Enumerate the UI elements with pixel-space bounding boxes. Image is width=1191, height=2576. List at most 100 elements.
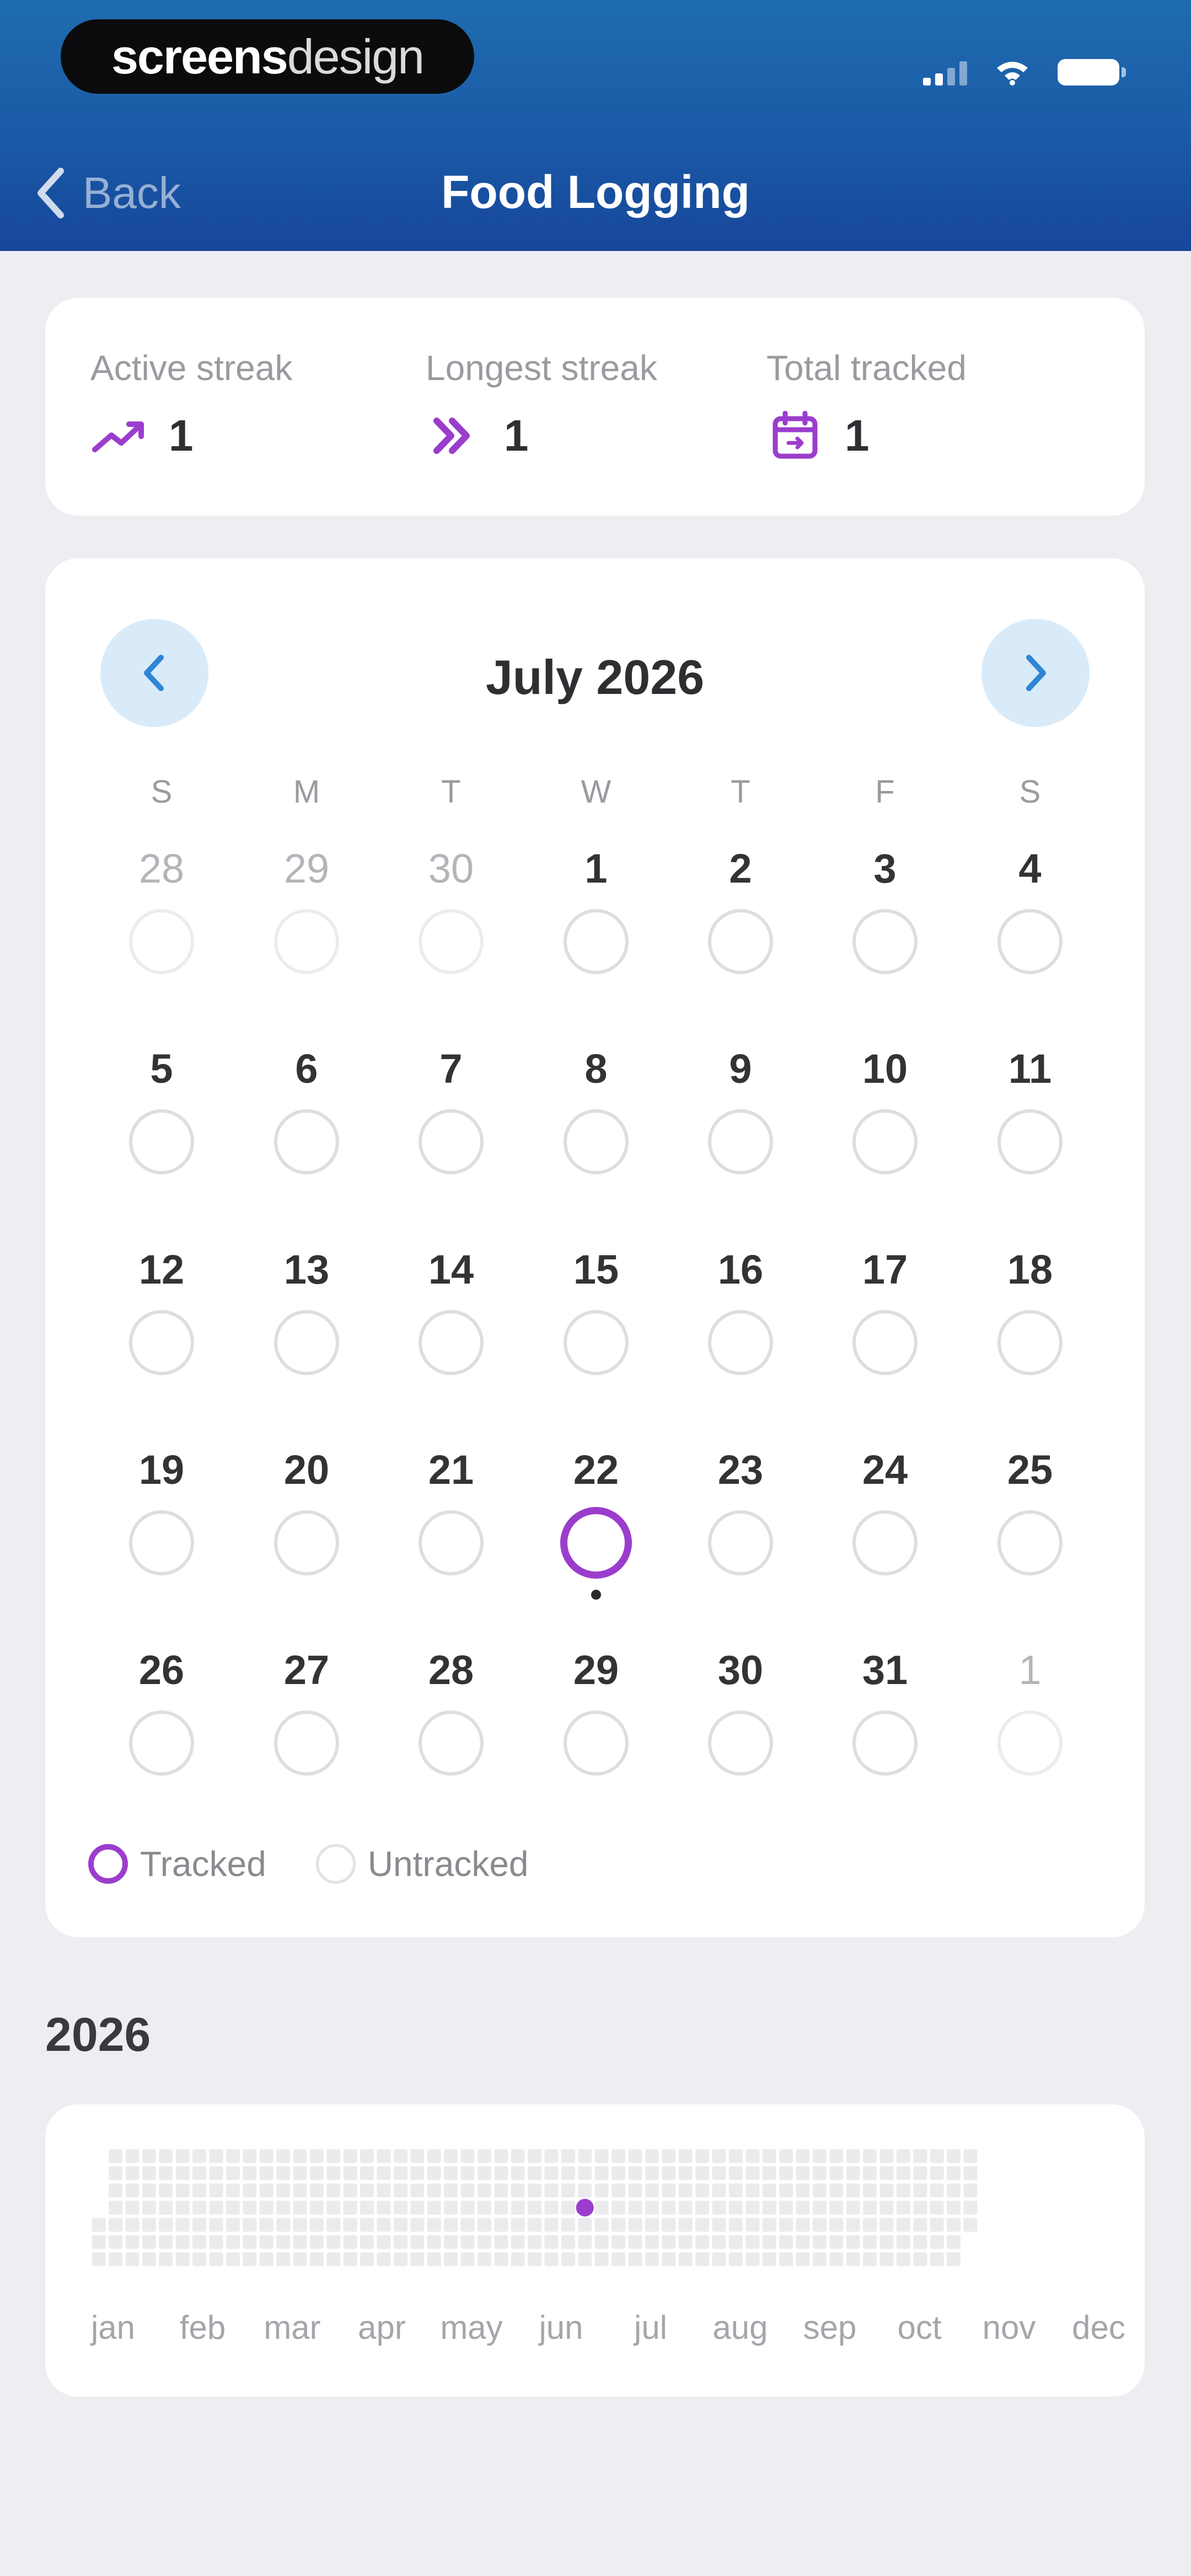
heatmap-cell <box>662 2252 676 2267</box>
calendar-day[interactable]: 21 <box>396 1445 506 1589</box>
calendar-day[interactable]: 26 <box>106 1645 217 1789</box>
calendar-day[interactable]: 1 <box>975 1645 1085 1789</box>
untracked-ring-icon <box>564 1109 629 1174</box>
calendar-day[interactable]: 30 <box>685 1645 796 1789</box>
calendar-day[interactable]: 27 <box>251 1645 362 1789</box>
heatmap-cell <box>947 2166 961 2180</box>
calendar-day[interactable]: 6 <box>251 1044 362 1188</box>
heatmap-cell <box>243 2166 257 2180</box>
heatmap-cell <box>243 2200 257 2215</box>
wifi-icon <box>997 62 1028 85</box>
untracked-ring-icon <box>997 1510 1063 1575</box>
heatmap-cell <box>393 2217 407 2232</box>
heatmap-cell <box>377 2166 391 2180</box>
year-overview-card <box>45 2104 1145 2397</box>
heatmap-cell <box>444 2149 458 2163</box>
heatmap-cell <box>192 2252 207 2267</box>
calendar-day[interactable]: 30 <box>396 844 506 987</box>
heatmap-cell <box>695 2183 710 2198</box>
stat-longest-streak: Longest streak 1 <box>426 348 657 461</box>
calendar-day[interactable]: 20 <box>251 1445 362 1589</box>
heatmap-cell <box>226 2252 240 2267</box>
stat-label: Active streak <box>90 348 293 388</box>
heatmap-cell <box>628 2217 642 2232</box>
heatmap-cell <box>662 2166 676 2180</box>
day-number: 23 <box>717 1447 764 1493</box>
calendar-day[interactable]: 13 <box>251 1245 362 1388</box>
heatmap-cell <box>611 2252 626 2267</box>
calendar-day[interactable]: 25 <box>975 1445 1085 1589</box>
heatmap-cell <box>309 2200 324 2215</box>
calendar-day[interactable]: 18 <box>975 1245 1085 1388</box>
heatmap-cell <box>427 2183 441 2198</box>
calendar-day[interactable]: 28 <box>106 844 217 987</box>
calendar-day[interactable]: 14 <box>396 1245 506 1388</box>
calendar-day[interactable]: 16 <box>685 1245 796 1388</box>
heatmap-cell <box>544 2200 559 2215</box>
heatmap-cell <box>460 2149 475 2163</box>
calendar-day[interactable]: 22 <box>541 1445 651 1600</box>
calendar-day[interactable]: 4 <box>975 844 1085 987</box>
heatmap-cell <box>109 2149 123 2163</box>
untracked-ring-icon <box>129 1510 194 1575</box>
streak-stats-card: Active streak 1 Longest streak 1 Total t… <box>45 298 1145 516</box>
calendar-day[interactable]: 24 <box>830 1445 940 1589</box>
heatmap-cell <box>896 2217 910 2232</box>
calendar-day[interactable]: 12 <box>106 1245 217 1388</box>
calendar-day[interactable]: 1 <box>541 844 651 987</box>
calendar-day[interactable]: 5 <box>106 1044 217 1188</box>
calendar-day[interactable]: 9 <box>685 1044 796 1188</box>
untracked-ring-icon <box>129 909 194 974</box>
calendar-day[interactable]: 17 <box>830 1245 940 1388</box>
month-label: sep <box>803 2309 857 2346</box>
heatmap-cell <box>863 2166 877 2180</box>
heatmap-cell <box>444 2200 458 2215</box>
heatmap-cell <box>209 2235 223 2249</box>
year-title: 2026 <box>45 2008 151 2061</box>
heatmap-cell <box>243 2235 257 2249</box>
heatmap-cell <box>762 2252 776 2267</box>
calendar-day[interactable]: 2 <box>685 844 796 987</box>
calendar-day[interactable]: 8 <box>541 1044 651 1188</box>
heatmap-cell <box>109 2183 123 2198</box>
heatmap-cell <box>662 2200 676 2215</box>
heatmap-cell <box>326 2217 341 2232</box>
heatmap-cell <box>762 2235 776 2249</box>
weekday-label: W <box>581 774 611 810</box>
heatmap-cell <box>863 2217 877 2232</box>
heatmap-cell <box>159 2166 173 2180</box>
heatmap-cell <box>528 2183 542 2198</box>
heatmap-cell <box>930 2183 944 2198</box>
heatmap-cell <box>511 2183 525 2198</box>
calendar-day[interactable]: 29 <box>541 1645 651 1789</box>
calendar-day[interactable]: 7 <box>396 1044 506 1188</box>
heatmap-cell <box>192 2166 207 2180</box>
heatmap-cell <box>930 2149 944 2163</box>
heatmap-cell <box>963 2183 978 2198</box>
untracked-ring-icon <box>852 1510 918 1575</box>
calendar-day[interactable]: 31 <box>830 1645 940 1789</box>
heatmap-cell <box>243 2149 257 2163</box>
calendar-day[interactable]: 10 <box>830 1044 940 1188</box>
heatmap-cell <box>561 2200 575 2215</box>
heatmap-cell <box>829 2166 844 2180</box>
calendar-day[interactable]: 28 <box>396 1645 506 1789</box>
heatmap-cell <box>712 2200 726 2215</box>
calendar-day[interactable]: 3 <box>830 844 940 987</box>
heatmap-tracked-dot <box>576 2199 594 2217</box>
heatmap-cell <box>159 2149 173 2163</box>
heatmap-cell <box>963 2217 978 2232</box>
heatmap-cell <box>444 2217 458 2232</box>
heatmap-cell <box>460 2235 475 2249</box>
weekday-header: SMTWTFS <box>45 773 1145 817</box>
heatmap-cell <box>276 2217 291 2232</box>
heatmap-cell <box>863 2183 877 2198</box>
heatmap-cell <box>226 2183 240 2198</box>
calendar-day[interactable]: 19 <box>106 1445 217 1589</box>
calendar-day[interactable]: 11 <box>975 1044 1085 1188</box>
heatmap-cell <box>779 2217 793 2232</box>
calendar-day[interactable]: 23 <box>685 1445 796 1589</box>
calendar-day[interactable]: 29 <box>251 844 362 987</box>
next-month-button[interactable] <box>981 619 1090 727</box>
calendar-day[interactable]: 15 <box>541 1245 651 1388</box>
